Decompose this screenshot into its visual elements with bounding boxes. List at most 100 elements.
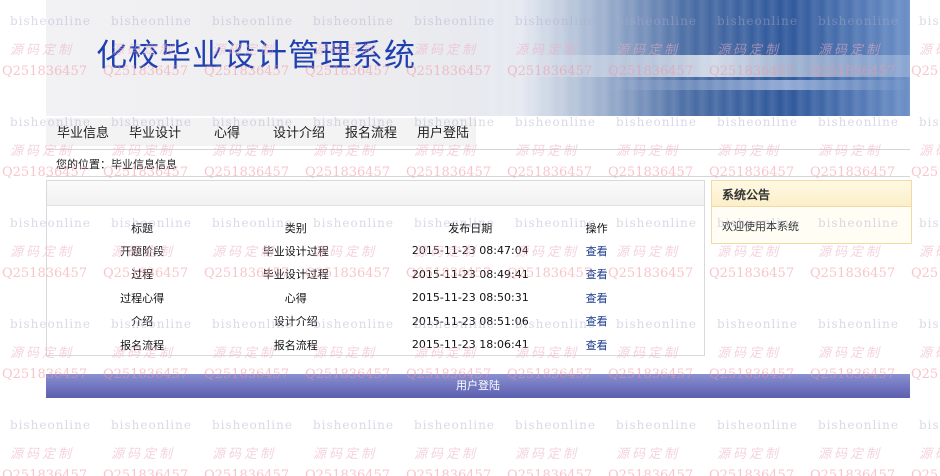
row-date: 2015-11-23 08:47:04 <box>411 244 529 258</box>
watermark-text: bisheonline <box>919 216 940 230</box>
watermark-text: 源码定制 <box>313 447 378 462</box>
view-link[interactable]: 查看 <box>586 315 608 328</box>
watermark-text: Q251836457 <box>709 468 795 476</box>
page: 化校毕业设计管理系统 毕业信息 毕业设计 心得 设计介绍 报名流程 用户登陆 您… <box>46 0 912 398</box>
watermark-text: bisheonline <box>717 317 798 331</box>
watermark-text: bisheonline <box>313 418 394 432</box>
breadcrumb: 您的位置：毕业信息信息 <box>46 149 910 177</box>
watermark-text: 源码定制 <box>717 447 782 462</box>
watermark-text: Q251836457 <box>810 266 896 281</box>
watermark-text: 源码定制 <box>919 144 940 159</box>
watermark-text: Q251836457 <box>911 468 940 476</box>
watermark-text: 源码定制 <box>818 447 883 462</box>
watermark-text: Q251836457 <box>204 468 290 476</box>
site-title: 化校毕业设计管理系统 <box>96 38 416 74</box>
banner-decor <box>516 55 910 77</box>
watermark-text: 源码定制 <box>717 346 782 361</box>
watermark-text: Q251836457 <box>406 468 492 476</box>
watermark-text: Q251836457 <box>305 468 391 476</box>
table-row: 过程心得 心得 2015-11-23 08:50:31 查看 <box>83 286 643 310</box>
table-row: 过程 毕业设计过程 2015-11-23 08:49:41 查看 <box>83 263 643 287</box>
watermark-text: 源码定制 <box>10 447 75 462</box>
row-date: 2015-11-23 08:49:41 <box>411 267 529 281</box>
banner-decor <box>606 80 910 90</box>
watermark-text: 源码定制 <box>919 43 940 58</box>
row-title: 报名流程 <box>120 338 165 352</box>
watermark-row: bisheonline bisheonline bisheonline bisheon… <box>0 418 940 432</box>
watermark-text: 源码定制 <box>919 346 940 361</box>
watermark-text: bisheonline <box>717 418 798 432</box>
watermark-text: Q251836457 <box>2 468 88 476</box>
header-banner: 化校毕业设计管理系统 <box>46 0 910 116</box>
notice-header: 系统公告 <box>712 181 911 207</box>
watermark-text: 源码定制 <box>212 447 277 462</box>
nav-item-design-intro[interactable]: 设计介绍 <box>273 122 325 141</box>
watermark-text: 源码定制 <box>919 447 940 462</box>
table-row: 介绍 设计介绍 2015-11-23 08:51:06 查看 <box>83 310 643 334</box>
view-link[interactable]: 查看 <box>586 268 608 281</box>
watermark-text: 源码定制 <box>515 447 580 462</box>
watermark-text: bisheonline <box>818 317 899 331</box>
watermark-text: bisheonline <box>10 418 91 432</box>
col-header-category: 类别 <box>284 222 307 235</box>
row-date: 2015-11-23 08:50:31 <box>411 291 529 305</box>
view-link[interactable]: 查看 <box>586 245 608 258</box>
row-title: 开题阶段 <box>120 244 165 258</box>
nav-item-registration[interactable]: 报名流程 <box>345 122 397 141</box>
row-date: 2015-11-23 08:51:06 <box>411 314 529 328</box>
watermark-text: Q251836457 <box>911 64 940 79</box>
watermark-text: Q251836457 <box>810 468 896 476</box>
panel-header <box>47 181 704 206</box>
watermark-text: 源码定制 <box>111 447 176 462</box>
watermark-text: Q251836457 <box>911 266 940 281</box>
watermark-text: bisheonline <box>919 115 940 129</box>
watermark-text: bisheonline <box>212 418 293 432</box>
row-title: 介绍 <box>131 315 154 329</box>
watermark-row: Q251836457 Q251836457 Q251836457 Q251836457… <box>0 468 940 476</box>
notice-title: 系统公告 <box>722 188 771 202</box>
watermark-text: 源码定制 <box>919 245 940 260</box>
info-table: 标题 类别 发布日期 操作 开题阶段 毕业设计过程 2015-11-23 08:… <box>83 217 643 357</box>
row-title: 过程 <box>131 268 154 282</box>
watermark-text: bisheonline <box>414 418 495 432</box>
info-list-panel: 标题 类别 发布日期 操作 开题阶段 毕业设计过程 2015-11-23 08:… <box>46 180 705 356</box>
main-nav: 毕业信息 毕业设计 心得 设计介绍 报名流程 用户登陆 <box>46 118 476 146</box>
nav-item-graduation-info[interactable]: 毕业信息 <box>57 122 109 141</box>
watermark-text: 源码定制 <box>818 346 883 361</box>
row-category: 报名流程 <box>273 338 318 352</box>
watermark-text: Q251836457 <box>608 468 694 476</box>
row-title: 过程心得 <box>120 291 165 305</box>
watermark-text: bisheonline <box>515 418 596 432</box>
watermark-text: Q251836457 <box>911 165 940 180</box>
view-link[interactable]: 查看 <box>586 339 608 352</box>
table-row: 报名流程 报名流程 2015-11-23 18:06:41 查看 <box>83 333 643 357</box>
system-notice: 系统公告 欢迎使用本系统 <box>711 180 912 244</box>
row-category: 心得 <box>284 291 307 305</box>
row-category: 毕业设计过程 <box>262 268 329 282</box>
watermark-text: bisheonline <box>919 418 940 432</box>
watermark-text: Q251836457 <box>103 468 189 476</box>
nav-item-experience[interactable]: 心得 <box>214 122 240 141</box>
watermark-text: bisheonline <box>111 418 192 432</box>
row-category: 设计介绍 <box>273 315 318 329</box>
col-header-action: 操作 <box>585 222 608 235</box>
footer-login-link[interactable]: 用户登陆 <box>456 379 500 392</box>
breadcrumb-label: 您的位置：毕业信息信息 <box>56 158 177 171</box>
col-header-date: 发布日期 <box>448 222 493 235</box>
notice-body: 欢迎使用本系统 <box>722 220 799 233</box>
table-header-row: 标题 类别 发布日期 操作 <box>83 217 643 239</box>
footer-bar: 用户登陆 <box>46 374 910 398</box>
col-header-title: 标题 <box>131 222 154 235</box>
watermark-text: bisheonline <box>616 418 697 432</box>
view-link[interactable]: 查看 <box>586 292 608 305</box>
watermark-text: bisheonline <box>919 317 940 331</box>
watermark-row: 源码定制 源码定制 源码定制 源码定制 源码定制 源码定制 源码定制 源码定制 源码定制 源码定制 <box>0 443 940 462</box>
watermark-text: 源码定制 <box>616 447 681 462</box>
watermark-text: Q251836457 <box>911 367 940 382</box>
nav-item-graduation-design[interactable]: 毕业设计 <box>129 122 181 141</box>
row-category: 毕业设计过程 <box>262 244 329 258</box>
watermark-text: Q251836457 <box>507 468 593 476</box>
table-row: 开题阶段 毕业设计过程 2015-11-23 08:47:04 查看 <box>83 239 643 263</box>
nav-item-login[interactable]: 用户登陆 <box>417 122 469 141</box>
row-date: 2015-11-23 18:06:41 <box>411 338 529 352</box>
